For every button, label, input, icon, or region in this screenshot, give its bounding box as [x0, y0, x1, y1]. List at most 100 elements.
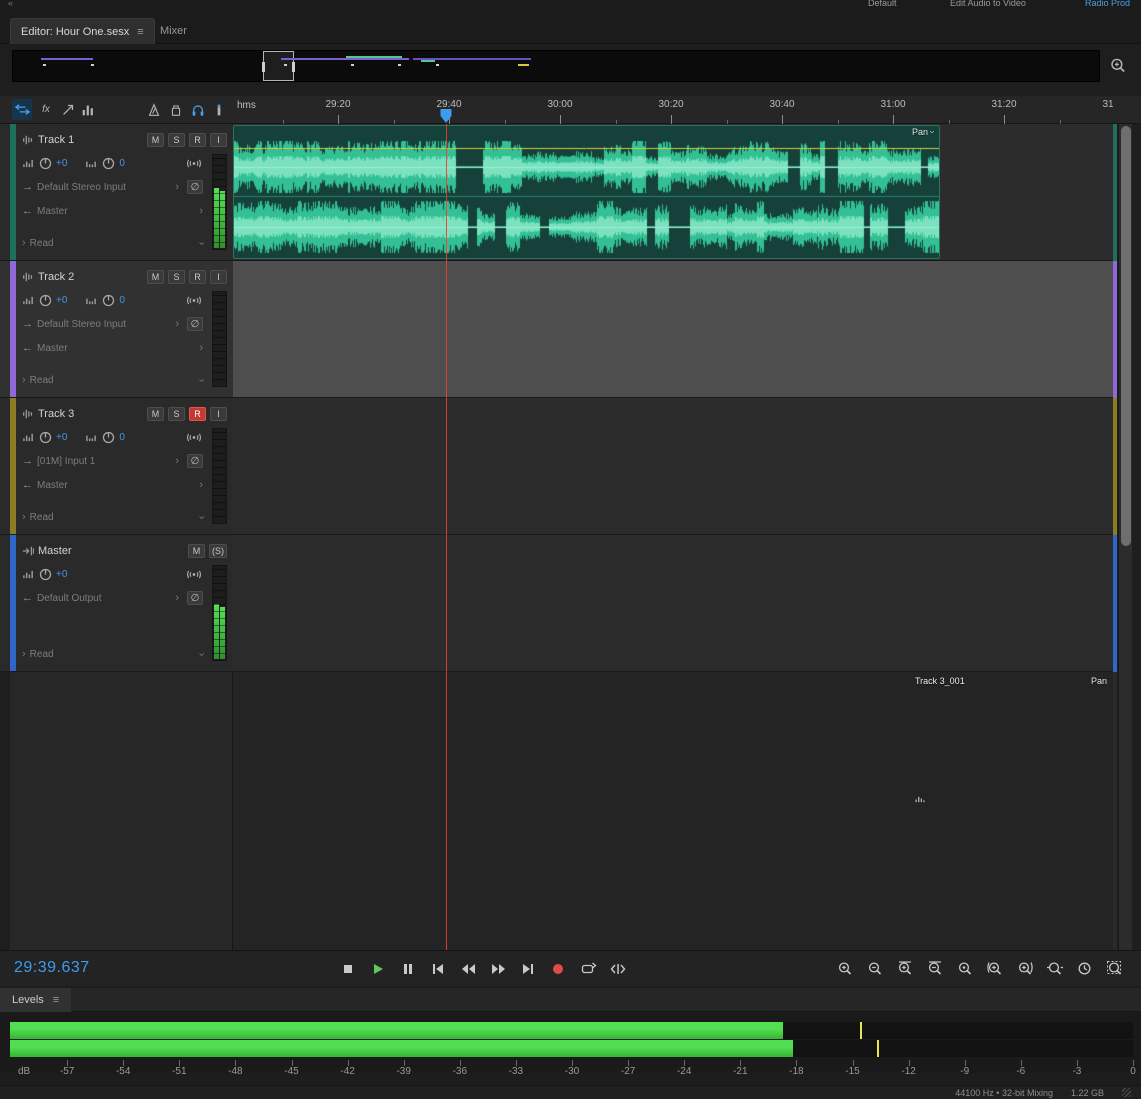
move-cti-previous-button[interactable] — [424, 957, 452, 981]
stop-button[interactable] — [334, 957, 362, 981]
zoom-navigate-icon[interactable] — [1106, 54, 1130, 78]
zoom-full-button[interactable] — [1042, 957, 1068, 981]
pan-knob[interactable] — [102, 157, 115, 170]
output-select[interactable]: Default Output — [37, 593, 171, 604]
phase-button[interactable]: ∅ — [187, 591, 203, 605]
playhead-time-display[interactable]: 29:39.637 — [14, 959, 90, 977]
zoom-duration-button[interactable] — [1072, 957, 1098, 981]
track-name[interactable]: Track 1 — [38, 134, 74, 146]
track-name[interactable]: Master — [38, 545, 72, 557]
tab-levels[interactable]: Levels ≡ — [0, 988, 72, 1012]
zoom-in-point-button[interactable] — [982, 957, 1008, 981]
panel-menu-icon[interactable]: ≡ — [137, 26, 143, 38]
monitor-input-icon[interactable] — [185, 294, 203, 307]
playhead-marker[interactable] — [440, 109, 452, 123]
timeline-ruler[interactable]: 29:2029:4030:0030:2030:4031:0031:2031:40 — [233, 96, 1113, 124]
automation-mode-select[interactable]: Read — [30, 649, 196, 660]
mute-button[interactable]: M — [147, 270, 164, 284]
volume-knob[interactable] — [39, 157, 52, 170]
track-header-2[interactable]: Track 2 M S R I +0 0 → Default Stereo In… — [0, 261, 233, 398]
solo-button[interactable]: S — [168, 133, 185, 147]
zoom-out-amplitude-button[interactable] — [922, 957, 948, 981]
automation-mode-select[interactable]: Read — [30, 375, 196, 386]
input-monitor-button[interactable]: I — [210, 270, 227, 284]
pan-value[interactable]: 0 — [119, 295, 125, 306]
rewind-button[interactable] — [454, 957, 482, 981]
solo-safe-button[interactable]: (S) — [209, 544, 227, 558]
record-arm-button[interactable]: R — [189, 407, 206, 421]
move-cti-next-button[interactable] — [514, 957, 542, 981]
track-header-1[interactable]: Track 1 M S R I +0 0 → Default Stereo In… — [0, 124, 233, 261]
record-arm-button[interactable]: R — [189, 133, 206, 147]
mute-button[interactable]: M — [188, 544, 205, 558]
volume-value[interactable]: +0 — [56, 432, 67, 443]
automation-mode-select[interactable]: Read — [30, 238, 196, 249]
input-select[interactable]: Default Stereo Input — [37, 319, 171, 330]
resize-grip-icon[interactable] — [1122, 1088, 1131, 1097]
pan-value[interactable]: 0 — [119, 158, 125, 169]
input-monitor-button[interactable]: I — [210, 407, 227, 421]
input-monitor-button[interactable]: I — [210, 133, 227, 147]
session-overview-minimap[interactable] — [12, 50, 1100, 82]
tab-mixer[interactable]: Mixer — [150, 18, 197, 44]
pan-value[interactable]: 0 — [119, 432, 125, 443]
loop-playback-button[interactable] — [574, 957, 602, 981]
workspace-edit-audio-to-video[interactable]: Edit Audio to Video — [950, 0, 1026, 8]
solo-button[interactable]: S — [168, 270, 185, 284]
track-color-strip[interactable] — [10, 535, 16, 671]
volume-knob[interactable] — [39, 568, 52, 581]
pan-knob[interactable] — [102, 294, 115, 307]
mute-button[interactable]: M — [147, 133, 164, 147]
track-color-strip[interactable] — [10, 398, 16, 534]
pan-knob[interactable] — [102, 431, 115, 444]
fast-forward-button[interactable] — [484, 957, 512, 981]
empty-lane-area[interactable] — [233, 672, 1113, 950]
monitor-headphones-button[interactable] — [188, 99, 208, 120]
view-range-right-handle[interactable] — [292, 62, 295, 72]
zoom-reset-button[interactable] — [1102, 957, 1128, 981]
output-select[interactable]: Master — [37, 343, 195, 354]
track-name[interactable]: Track 3 — [38, 408, 74, 420]
zoom-out-point-button[interactable] — [1012, 957, 1038, 981]
disclosure-icon[interactable]: › — [22, 511, 26, 523]
timeline-lanes[interactable]: Pan › Track 3_001 Pan — [233, 124, 1113, 950]
zoom-to-selection-button[interactable] — [952, 957, 978, 981]
track-name[interactable]: Track 2 — [38, 271, 74, 283]
monitor-input-icon[interactable] — [185, 431, 203, 444]
razor-tool-button[interactable] — [58, 99, 78, 120]
output-select[interactable]: Master — [37, 206, 195, 217]
phase-button[interactable]: ∅ — [187, 454, 203, 468]
clip-envelope-selector[interactable]: Pan › — [912, 127, 938, 137]
panel-menu-icon[interactable]: ≡ — [53, 994, 59, 1006]
disclosure-icon[interactable]: › — [22, 648, 26, 660]
volume-value[interactable]: +0 — [56, 569, 67, 580]
volume-knob[interactable] — [39, 431, 52, 444]
workspace-radio-production[interactable]: Radio Prod — [1085, 0, 1130, 8]
vertical-scrollbar-thumb[interactable] — [1121, 126, 1131, 546]
volume-value[interactable]: +0 — [56, 295, 67, 306]
output-select[interactable]: Master — [37, 480, 195, 491]
track-2-lane[interactable] — [233, 261, 1113, 398]
track-header-3[interactable]: Track 3 M S R I +0 0 → [01M] Input 1 › ∅… — [0, 398, 233, 535]
disclosure-icon[interactable]: › — [22, 237, 26, 249]
input-select[interactable]: Default Stereo Input — [37, 182, 171, 193]
volume-knob[interactable] — [39, 294, 52, 307]
phase-button[interactable]: ∅ — [187, 317, 203, 331]
record-button[interactable] — [544, 957, 572, 981]
automation-mode-select[interactable]: Read — [30, 512, 196, 523]
move-tool-button[interactable] — [12, 99, 32, 120]
track-3-lane[interactable]: Track 3_001 Pan — [233, 398, 1113, 807]
overview-view-range[interactable] — [262, 51, 295, 81]
record-arm-button[interactable]: R — [189, 270, 206, 284]
input-select[interactable]: [01M] Input 1 — [37, 456, 171, 467]
marker-tool-button[interactable] — [209, 99, 229, 120]
view-range-left-handle[interactable] — [262, 62, 265, 72]
track-color-strip[interactable] — [10, 124, 16, 260]
zoom-out-time-button[interactable] — [862, 957, 888, 981]
track-1-lane[interactable]: Pan › — [233, 124, 1113, 261]
phase-button[interactable]: ∅ — [187, 180, 203, 194]
effects-rack-button[interactable]: fx — [36, 99, 56, 120]
metering-button[interactable] — [78, 99, 98, 120]
play-button[interactable] — [364, 957, 392, 981]
vertical-scrollbar[interactable] — [1118, 124, 1132, 950]
